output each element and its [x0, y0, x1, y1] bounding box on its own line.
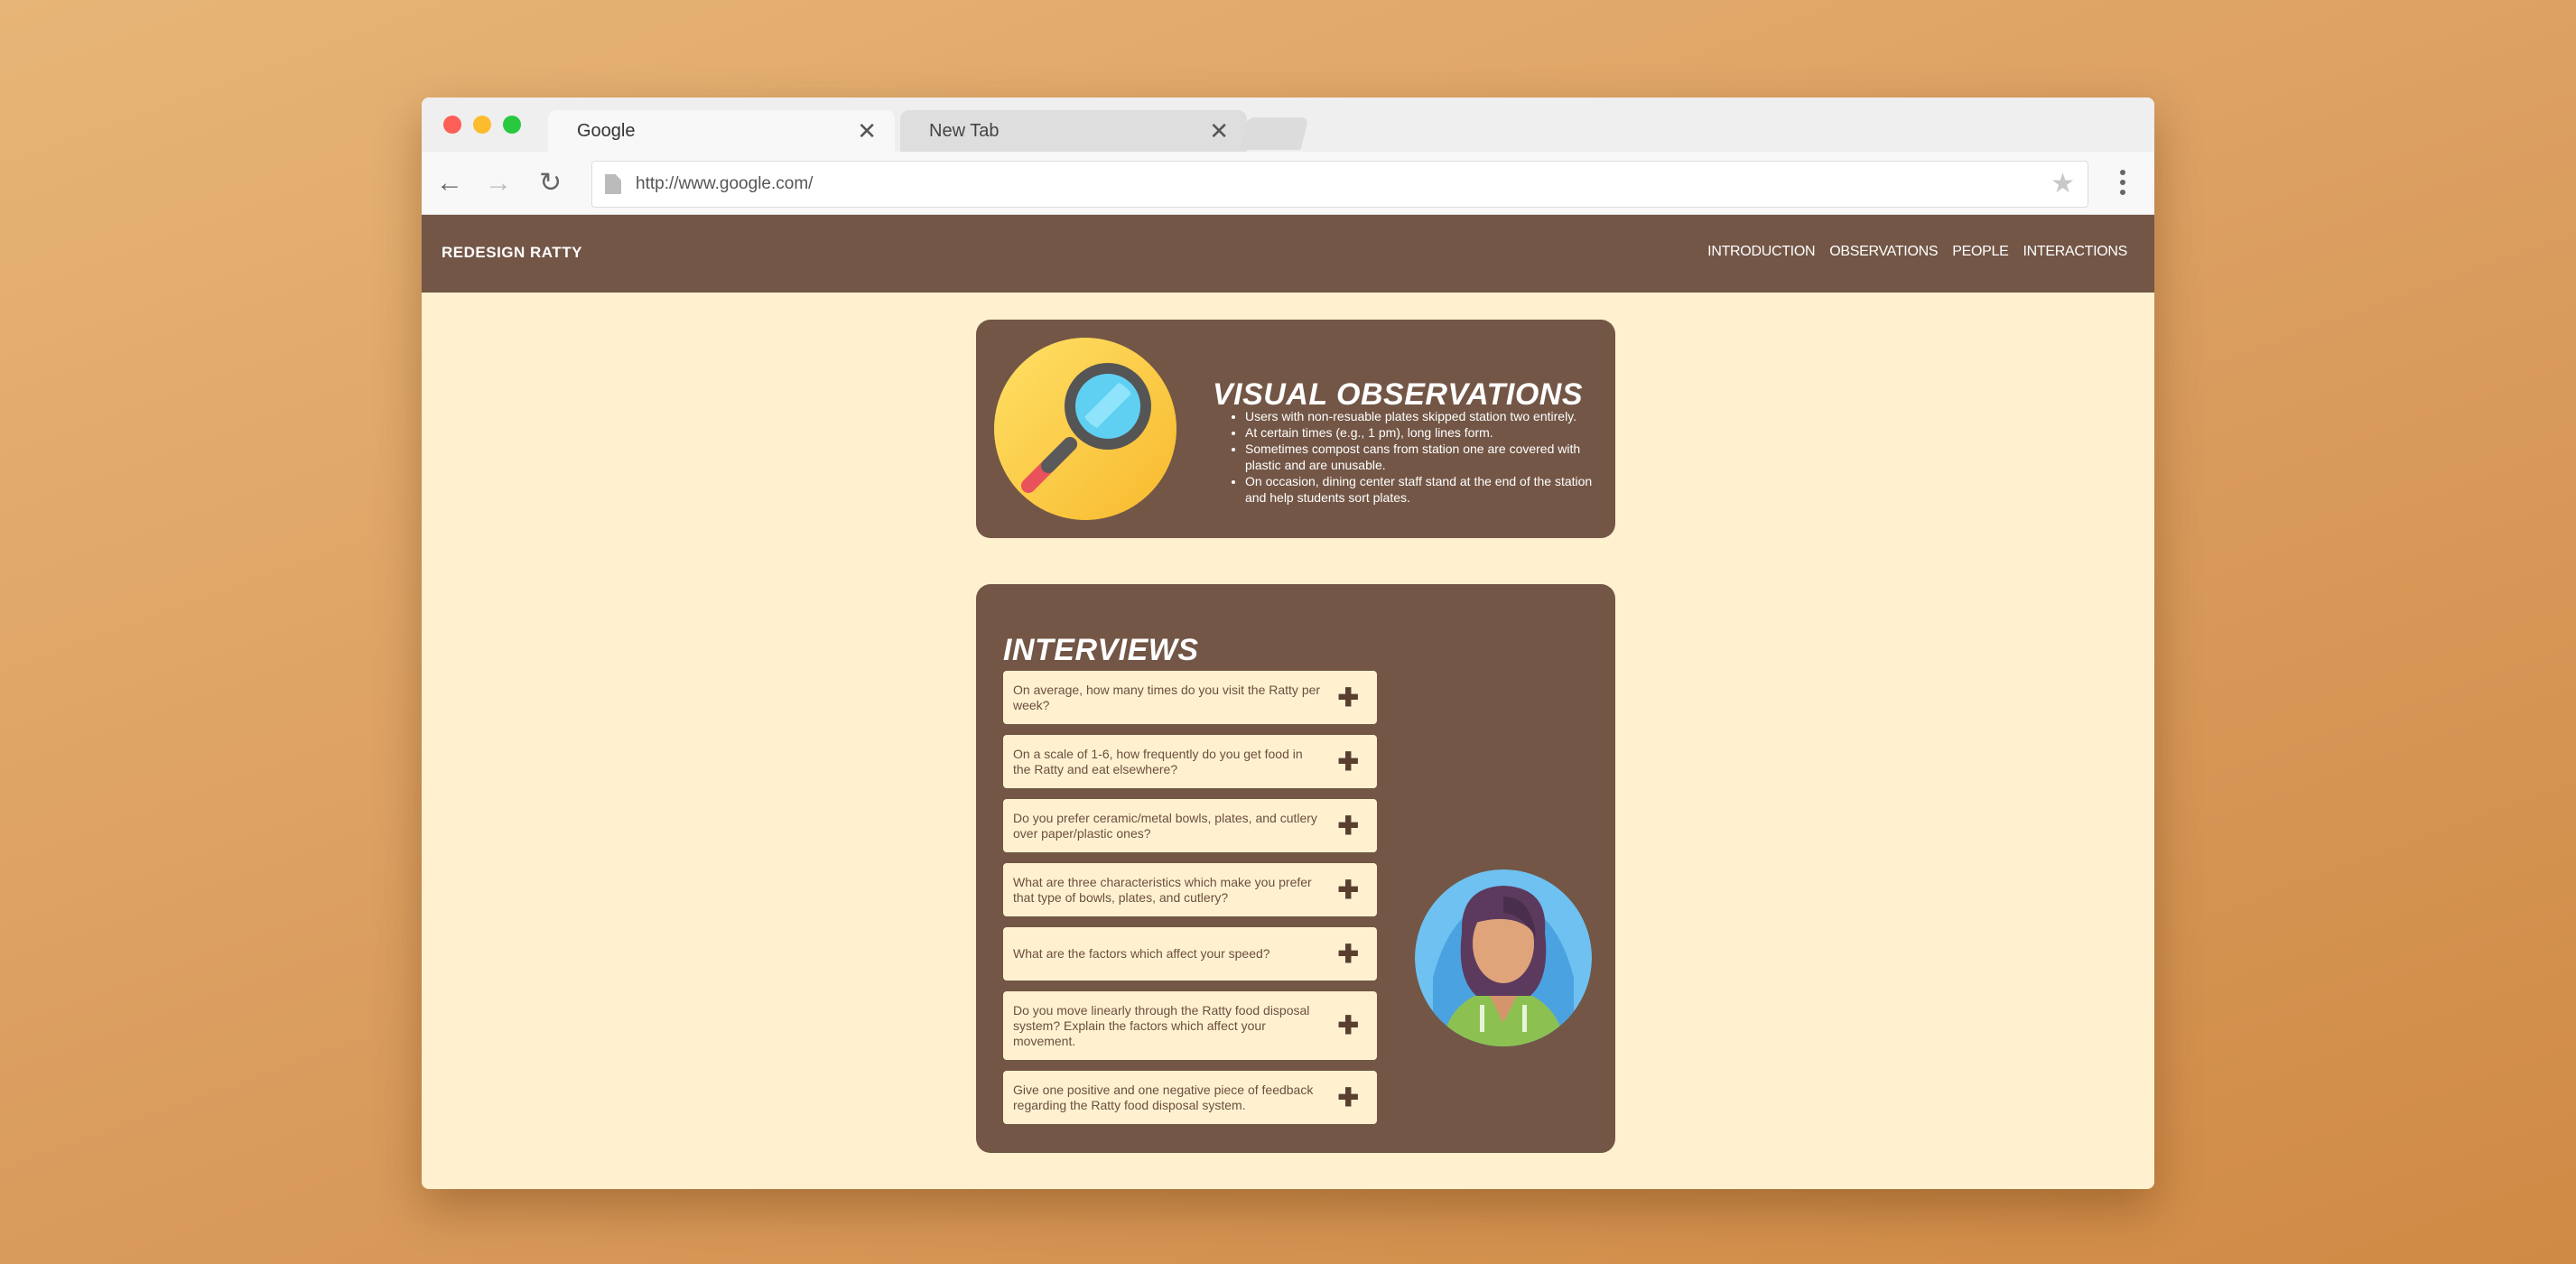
- list-item: Users with non-resuable plates skipped s…: [1245, 408, 1602, 424]
- question-text: Give one positive and one negative piece…: [1013, 1082, 1314, 1112]
- site-navbar: REDESIGN RATTY INTRODUCTION OBSERVATIONS…: [422, 215, 2154, 293]
- question-item[interactable]: On average, how many times do you visit …: [1003, 671, 1377, 724]
- new-tab-button[interactable]: [1239, 117, 1309, 150]
- browser-menu-icon[interactable]: [2120, 170, 2125, 197]
- expand-plus-icon[interactable]: ✚: [1338, 877, 1359, 902]
- question-text: On average, how many times do you visit …: [1013, 682, 1321, 712]
- url-text: http://www.google.com/: [636, 174, 814, 193]
- question-text: Do you move linearly through the Ratty f…: [1013, 1002, 1310, 1048]
- observations-list: Users with non-resuable plates skipped s…: [1245, 408, 1602, 506]
- interviews-title: INTERVIEWS: [1003, 633, 1199, 667]
- expand-plus-icon[interactable]: ✚: [1338, 684, 1359, 710]
- nav-link-introduction[interactable]: INTRODUCTION: [1707, 244, 1815, 260]
- minimize-window-button[interactable]: [473, 116, 491, 134]
- close-tab-icon[interactable]: ✕: [1209, 119, 1229, 143]
- reload-icon[interactable]: ↻: [539, 166, 562, 200]
- expand-plus-icon[interactable]: ✚: [1338, 1013, 1359, 1038]
- tab-label: Google: [577, 120, 636, 141]
- nav-link-people[interactable]: PEOPLE: [1952, 244, 2009, 260]
- tab-new-tab[interactable]: New Tab ✕: [900, 110, 1247, 152]
- nav-link-observations[interactable]: OBSERVATIONS: [1829, 244, 1938, 260]
- question-text: On a scale of 1-6, how frequently do you…: [1013, 746, 1303, 776]
- close-window-button[interactable]: [443, 116, 461, 134]
- question-text: Do you prefer ceramic/metal bowls, plate…: [1013, 810, 1317, 841]
- expand-plus-icon[interactable]: ✚: [1338, 813, 1359, 838]
- question-item[interactable]: Do you prefer ceramic/metal bowls, plate…: [1003, 799, 1377, 852]
- list-item: On occasion, dining center staff stand a…: [1245, 473, 1602, 506]
- question-list: On average, how many times do you visit …: [1003, 671, 1377, 1135]
- question-text: What are the factors which affect your s…: [1013, 946, 1270, 961]
- question-text: What are three characteristics which mak…: [1013, 874, 1312, 905]
- nav-link-interactions[interactable]: INTERACTIONS: [2023, 244, 2127, 260]
- maximize-window-button[interactable]: [503, 116, 521, 134]
- browser-toolbar: ← → ↻ http://www.google.com/ ★: [422, 152, 2154, 215]
- close-tab-icon[interactable]: ✕: [857, 119, 877, 143]
- magnifier-icon: [994, 338, 1176, 520]
- question-item[interactable]: What are the factors which affect your s…: [1003, 927, 1377, 981]
- bookmark-star-icon[interactable]: ★: [2051, 169, 2075, 200]
- expand-plus-icon[interactable]: ✚: [1338, 748, 1359, 774]
- browser-window: Google ✕ New Tab ✕ ← → ↻ http://www.goog…: [422, 98, 2154, 1189]
- question-item[interactable]: On a scale of 1-6, how frequently do you…: [1003, 735, 1377, 788]
- back-arrow-icon[interactable]: ←: [436, 166, 463, 200]
- expand-plus-icon[interactable]: ✚: [1338, 1084, 1359, 1110]
- page-icon: [605, 174, 621, 194]
- site-brand[interactable]: REDESIGN RATTY: [442, 244, 582, 262]
- list-item: Sometimes compost cans from station one …: [1245, 441, 1602, 473]
- nav-links: INTRODUCTION OBSERVATIONS PEOPLE INTERAC…: [1707, 244, 2127, 260]
- tab-label: New Tab: [929, 120, 1000, 141]
- question-item[interactable]: What are three characteristics which mak…: [1003, 863, 1377, 916]
- address-bar[interactable]: http://www.google.com/ ★: [591, 161, 2088, 208]
- interviews-card: INTERVIEWS On average, how many times do…: [976, 584, 1615, 1153]
- question-item[interactable]: Give one positive and one negative piece…: [1003, 1071, 1377, 1124]
- person-avatar-icon: [1415, 869, 1592, 1046]
- expand-plus-icon[interactable]: ✚: [1338, 941, 1359, 966]
- tab-bar: Google ✕ New Tab ✕: [422, 98, 2154, 152]
- tab-google[interactable]: Google ✕: [548, 110, 895, 152]
- forward-arrow-icon[interactable]: →: [485, 166, 512, 200]
- observations-card: VISUAL OBSERVATIONS Users with non-resua…: [976, 320, 1615, 538]
- question-item[interactable]: Do you move linearly through the Ratty f…: [1003, 991, 1377, 1060]
- list-item: At certain times (e.g., 1 pm), long line…: [1245, 424, 1602, 441]
